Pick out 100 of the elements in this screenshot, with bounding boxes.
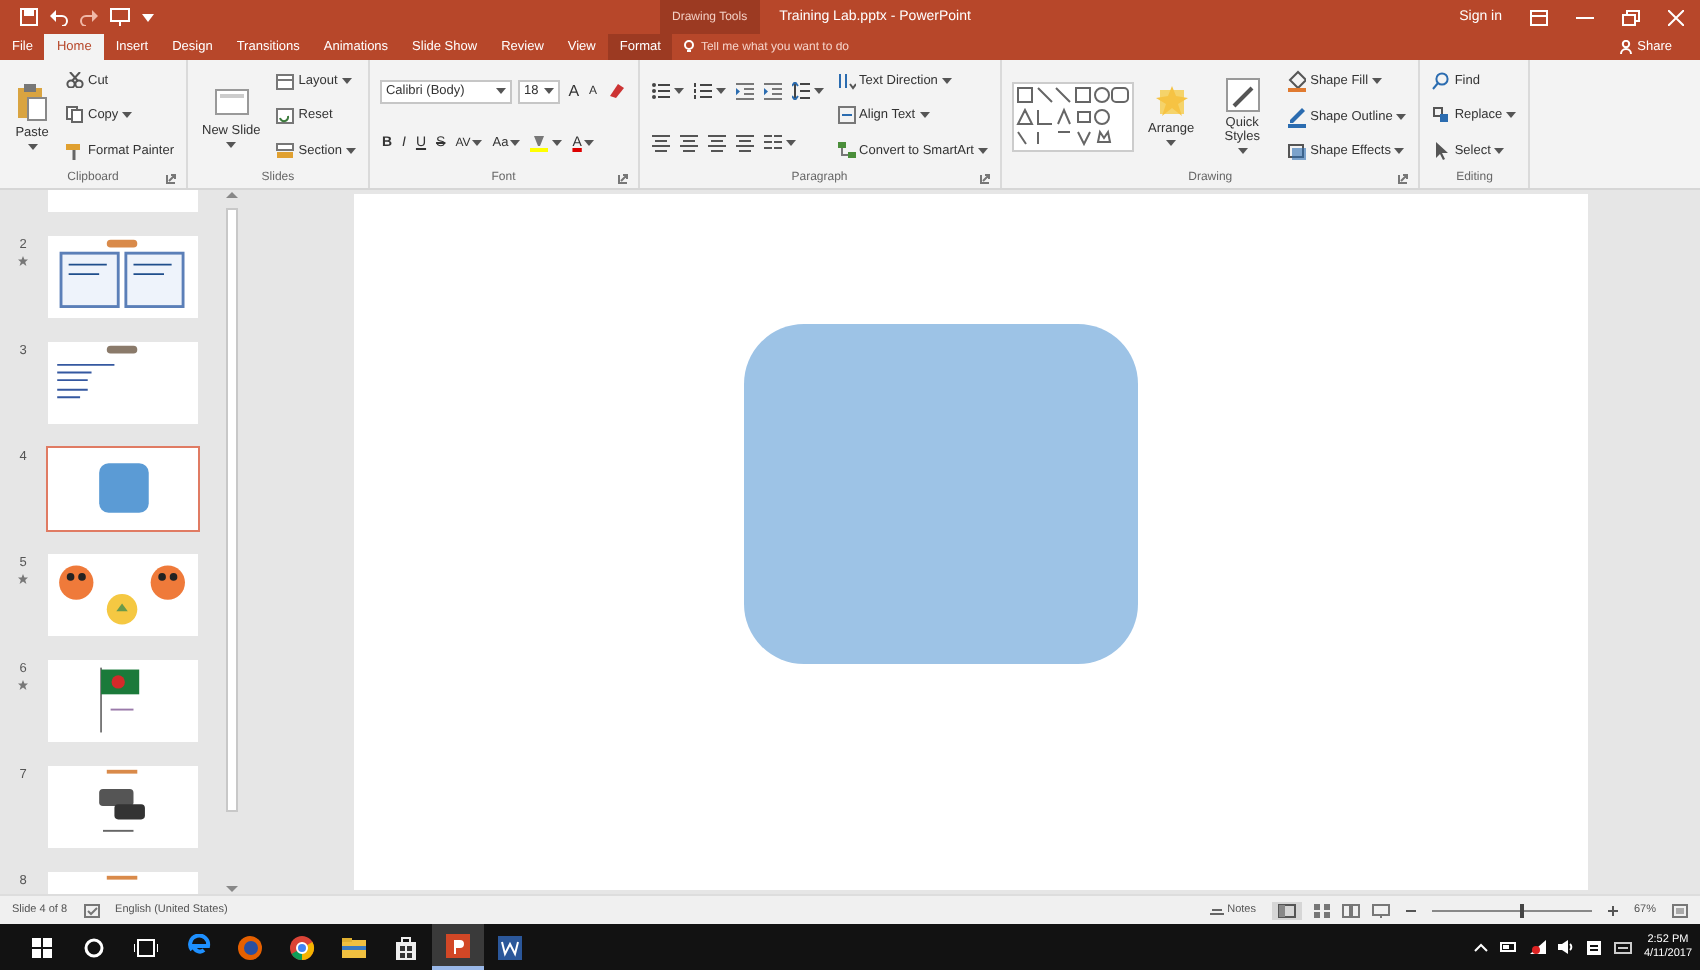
scissors-icon bbox=[66, 72, 84, 89]
close-icon[interactable] bbox=[1668, 9, 1684, 25]
task-view-icon[interactable] bbox=[134, 937, 158, 957]
caret-icon bbox=[673, 87, 684, 93]
search-icon bbox=[1432, 72, 1451, 91]
caret-icon bbox=[1166, 140, 1177, 146]
caret-icon bbox=[345, 147, 356, 153]
restore-icon[interactable] bbox=[1622, 9, 1640, 25]
shapes-gallery-icon[interactable] bbox=[1011, 81, 1134, 151]
text-direction-icon bbox=[837, 72, 856, 91]
indent-icon bbox=[735, 81, 754, 99]
caret-icon bbox=[27, 144, 37, 150]
notification-icon[interactable] bbox=[1585, 939, 1602, 955]
bullets-button[interactable] bbox=[649, 81, 686, 99]
highlighter-icon bbox=[530, 134, 549, 153]
zoom-out-icon[interactable] bbox=[1405, 905, 1416, 915]
lightbulb-icon bbox=[684, 40, 695, 54]
cursor-arrow-icon bbox=[1432, 141, 1451, 160]
grow-font-button[interactable]: A bbox=[566, 82, 582, 101]
align-text-icon bbox=[837, 106, 856, 125]
line-spacing-button[interactable] bbox=[789, 81, 826, 99]
slides-app-icon bbox=[444, 931, 472, 959]
battery-icon[interactable] bbox=[1499, 942, 1518, 952]
redo-icon[interactable] bbox=[80, 8, 98, 26]
align-lines-button[interactable] bbox=[677, 133, 700, 151]
fox-globe-icon bbox=[236, 933, 264, 961]
align-lines-icon bbox=[651, 133, 670, 151]
shape-effects-icon bbox=[1288, 141, 1307, 162]
fit-to-window-icon[interactable] bbox=[1672, 903, 1688, 917]
save-icon[interactable] bbox=[20, 8, 38, 26]
folder-icon bbox=[340, 933, 368, 961]
scrollbar[interactable] bbox=[224, 190, 240, 894]
numbering-button[interactable] bbox=[691, 81, 728, 99]
reading-view-icon[interactable] bbox=[1341, 903, 1360, 917]
columns-button[interactable] bbox=[761, 133, 798, 151]
columns-icon bbox=[763, 133, 782, 151]
caret-icon bbox=[1506, 112, 1517, 119]
dialog-launcher-icon[interactable] bbox=[166, 174, 176, 184]
caret-icon bbox=[977, 147, 988, 154]
reset-icon bbox=[276, 107, 295, 123]
pencil-icon bbox=[1288, 105, 1307, 128]
paste-icon bbox=[14, 82, 50, 122]
ribbon-display-icon[interactable] bbox=[1530, 9, 1548, 25]
caret-icon bbox=[510, 140, 521, 147]
windows-logo-icon[interactable] bbox=[32, 937, 52, 957]
indent-button[interactable] bbox=[761, 81, 784, 99]
search-icon[interactable] bbox=[84, 937, 104, 957]
caret-icon bbox=[544, 88, 555, 95]
caret-icon bbox=[1396, 113, 1407, 120]
keyboard-icon[interactable] bbox=[1613, 941, 1632, 953]
caret-icon bbox=[1494, 147, 1505, 154]
indent-icon bbox=[763, 81, 782, 99]
align-lines-icon bbox=[679, 133, 698, 151]
normal-view-icon[interactable] bbox=[1271, 901, 1302, 919]
presentation-icon[interactable] bbox=[110, 8, 130, 26]
section-icon bbox=[276, 141, 295, 159]
slideshow-icon[interactable] bbox=[1371, 903, 1390, 917]
document-app-icon bbox=[496, 933, 524, 961]
align-lines-button[interactable] bbox=[733, 133, 756, 151]
caret-icon bbox=[1394, 148, 1405, 155]
spelling-check-icon[interactable] bbox=[83, 903, 100, 917]
numbering-icon bbox=[693, 81, 712, 99]
caret-icon bbox=[941, 78, 952, 85]
zoom-slider-thumb[interactable] bbox=[1519, 903, 1524, 917]
caret-icon bbox=[472, 140, 483, 147]
dialog-launcher-icon[interactable] bbox=[617, 174, 628, 184]
quick-styles-icon bbox=[1225, 78, 1260, 112]
caret-icon bbox=[919, 112, 930, 119]
paintbrush-icon bbox=[66, 141, 84, 160]
scrollbar-thumb[interactable] bbox=[226, 208, 238, 812]
caret-icon bbox=[552, 140, 563, 147]
dialog-launcher-icon[interactable] bbox=[1398, 174, 1409, 184]
person-icon bbox=[1619, 40, 1632, 54]
layout-icon bbox=[276, 73, 295, 89]
dialog-launcher-icon[interactable] bbox=[979, 174, 990, 184]
caret-icon bbox=[583, 140, 594, 147]
align-lines-button[interactable] bbox=[649, 133, 672, 151]
slide-sorter-icon[interactable] bbox=[1313, 903, 1330, 917]
customize-caret-icon[interactable] bbox=[142, 13, 154, 21]
caret-icon bbox=[341, 78, 352, 84]
slide-thumbnail[interactable] bbox=[46, 446, 200, 532]
speaker-icon[interactable] bbox=[1557, 940, 1574, 954]
chevron-up-icon[interactable] bbox=[1473, 942, 1488, 952]
network-icon[interactable] bbox=[1529, 940, 1546, 954]
slides-app-taskbar-button[interactable] bbox=[432, 924, 484, 970]
indent-button[interactable] bbox=[733, 81, 756, 99]
undo-icon[interactable] bbox=[50, 8, 68, 26]
clear-formatting-button[interactable] bbox=[605, 82, 628, 101]
line-spacing-icon bbox=[791, 81, 810, 99]
highlighter-button[interactable] bbox=[528, 134, 565, 153]
arrange-icon bbox=[1155, 86, 1188, 118]
replace-icon bbox=[1432, 106, 1451, 125]
caret-icon bbox=[226, 142, 237, 148]
clear-formatting-icon bbox=[607, 82, 626, 101]
caret-icon bbox=[785, 139, 796, 145]
caret-icon bbox=[715, 87, 726, 93]
paint-bucket-icon bbox=[1288, 70, 1307, 93]
zoom-in-icon[interactable] bbox=[1607, 905, 1618, 915]
smartart-icon bbox=[837, 141, 856, 160]
align-lines-button[interactable] bbox=[705, 133, 728, 151]
